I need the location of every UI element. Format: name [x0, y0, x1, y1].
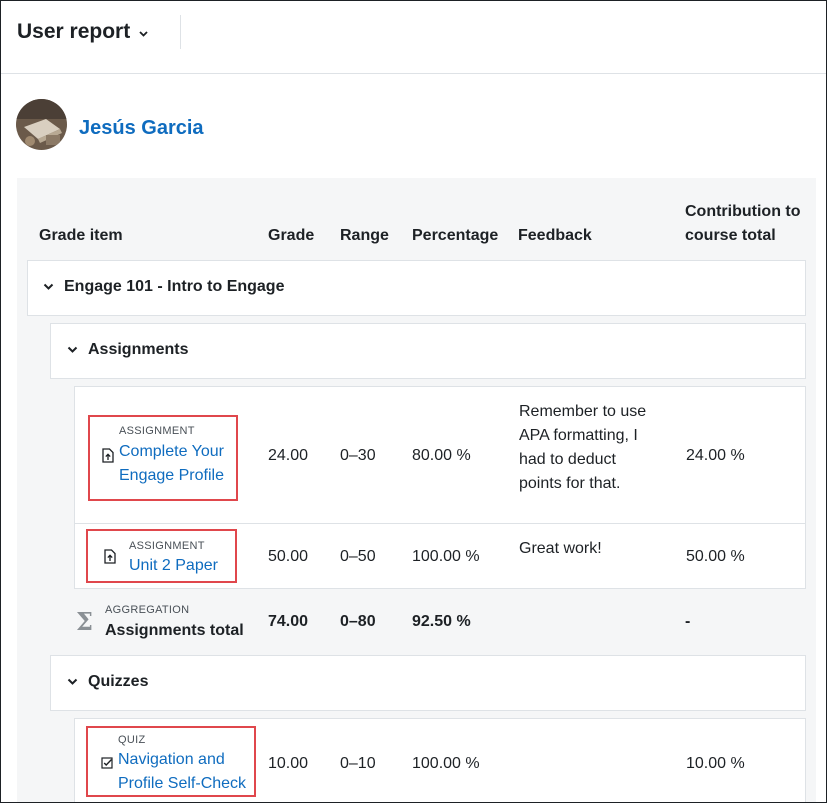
col-grade: Grade [268, 227, 315, 244]
feedback-line: points for that. [519, 475, 621, 492]
feedback-line: Remember to use [519, 403, 647, 420]
contribution-value: 50.00 % [686, 548, 745, 565]
quizzes-category-toggle[interactable]: Quizzes [67, 673, 148, 691]
avatar[interactable] [16, 99, 67, 150]
item-link-navigation-1[interactable]: Navigation and [118, 748, 225, 772]
item-link-complete-profile-2[interactable]: Engage Profile [119, 464, 224, 488]
feedback-line: APA formatting, I [519, 427, 638, 444]
table-row: ASSIGNMENT Unit 2 Paper 50.00 0–50 100.0… [74, 523, 806, 589]
range-value: 0–10 [340, 755, 376, 772]
total-range-value: 0–80 [340, 613, 376, 630]
top-bar: User report [1, 1, 826, 74]
chevron-down-icon [67, 346, 78, 353]
quiz-checkbox-icon [101, 757, 113, 769]
col-range: Range [340, 227, 389, 244]
range-value: 0–50 [340, 548, 376, 565]
contribution-value: 10.00 % [686, 755, 745, 772]
grade-value: 24.00 [268, 447, 309, 464]
header-divider [180, 15, 181, 49]
feedback-text: Great work! [519, 540, 602, 557]
col-contribution-line1: Contribution to [685, 203, 801, 220]
assignments-category-toggle[interactable]: Assignments [67, 341, 188, 359]
percentage-value: 100.00 % [412, 755, 480, 772]
course-category-toggle[interactable]: Engage 101 - Intro to Engage [43, 278, 284, 296]
user-name-link[interactable]: Jesús Garcia [79, 117, 204, 140]
table-row: QUIZ Navigation and Profile Self-Check 1… [74, 718, 806, 802]
assignment-upload-icon [104, 549, 116, 564]
percentage-value: 80.00 % [412, 447, 471, 464]
item-type-label: QUIZ [118, 734, 146, 746]
page-frame: User report Jesús Garcia Grade item Grad… [0, 0, 827, 803]
quizzes-category-row: Quizzes [50, 655, 806, 711]
assignments-total-label: Assignments total [105, 622, 244, 639]
col-contribution-line2: course total [685, 227, 776, 244]
col-grade-item: Grade item [39, 227, 123, 244]
item-type-label: AGGREGATION [105, 604, 190, 616]
feedback-line: had to deduct [519, 451, 616, 468]
total-percentage-value: 92.50 % [412, 613, 471, 630]
assignment-upload-icon [102, 448, 114, 463]
chevron-down-icon [67, 678, 78, 685]
feedback-text: Remember to use APA formatting, I had to… [519, 400, 659, 496]
assignments-category-row: Assignments [50, 323, 806, 379]
grade-table: Grade item Grade Range Percentage Feedba… [17, 178, 816, 802]
avatar-image [16, 99, 67, 150]
item-type-label: ASSIGNMENT [129, 540, 205, 552]
total-grade-value: 74.00 [268, 613, 309, 630]
item-type-label: ASSIGNMENT [119, 425, 195, 437]
table-row: ASSIGNMENT Complete Your Engage Profile … [74, 386, 806, 524]
course-category-row: Engage 101 - Intro to Engage [27, 260, 806, 316]
grade-value: 10.00 [268, 755, 309, 772]
sigma-icon: Σ [76, 607, 93, 636]
grade-value: 50.00 [268, 548, 309, 565]
chevron-down-icon [43, 283, 54, 290]
item-link-unit-2-paper[interactable]: Unit 2 Paper [129, 554, 218, 578]
percentage-value: 100.00 % [412, 548, 480, 565]
col-feedback: Feedback [518, 227, 592, 244]
range-value: 0–30 [340, 447, 376, 464]
chevron-down-icon [139, 30, 148, 37]
item-link-navigation-2[interactable]: Profile Self-Check [118, 772, 246, 796]
item-link-complete-profile-1[interactable]: Complete Your [119, 440, 224, 464]
report-selector[interactable]: User report [17, 17, 149, 47]
report-title: User report [17, 20, 131, 43]
quizzes-category-name: Quizzes [88, 673, 149, 690]
col-percentage: Percentage [412, 227, 499, 244]
contribution-value: 24.00 % [686, 447, 745, 464]
course-name: Engage 101 - Intro to Engage [64, 278, 285, 295]
assignments-category-name: Assignments [88, 341, 189, 358]
total-contribution-value: - [685, 613, 691, 630]
